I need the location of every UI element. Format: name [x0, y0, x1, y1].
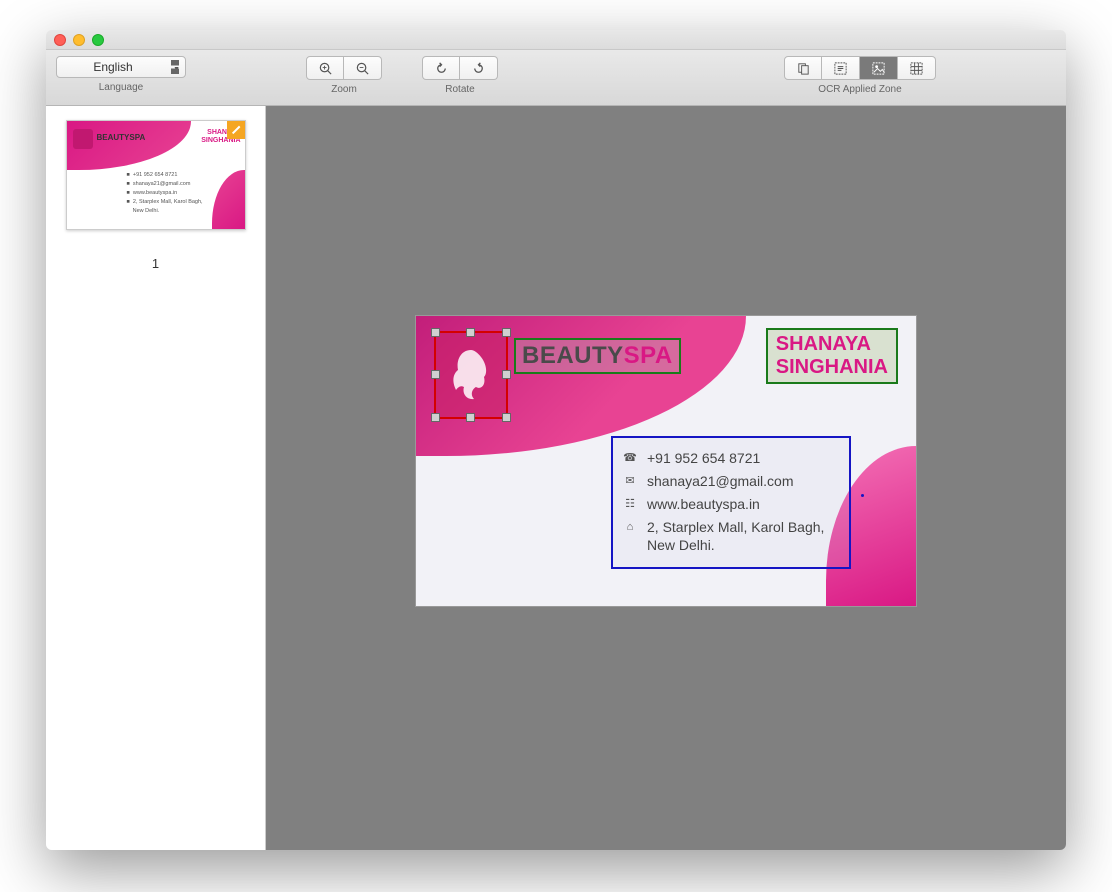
copy-icon — [796, 61, 811, 76]
email-icon: ✉ — [623, 472, 637, 490]
dropdown-arrows-icon: ▲▼ — [173, 61, 180, 73]
zoom-label: Zoom — [331, 84, 357, 95]
brand-part-2: SPA — [624, 342, 673, 369]
resize-handle[interactable] — [431, 413, 440, 422]
zoom-in-button[interactable] — [306, 56, 344, 80]
minimize-button[interactable] — [73, 34, 85, 46]
ocr-zone-group: OCR Applied Zone — [784, 56, 936, 95]
name-zone[interactable]: SHANAYA SINGHANIA — [766, 328, 898, 384]
name-line-2: SINGHANIA — [776, 356, 888, 379]
table-zone-icon — [909, 61, 924, 76]
rotate-label: Rotate — [445, 84, 474, 95]
business-card: BEAUTYSPA SHANAYA SINGHANIA ☎ +91 952 65… — [416, 316, 916, 606]
thumb-details: ■ +91 952 654 8721 ■ shanaya21@gmail.com… — [127, 171, 203, 216]
zone-text-button[interactable] — [822, 56, 860, 80]
ocr-zone-label: OCR Applied Zone — [818, 84, 901, 95]
resize-handle[interactable] — [502, 370, 511, 379]
email-text: shanaya21@gmail.com — [647, 472, 794, 490]
thumbnail-sidebar: BEAUTYSPA SHANAYASINGHANIA ■ +91 952 654… — [46, 106, 266, 850]
zoom-in-icon — [318, 61, 333, 76]
page-thumbnail[interactable]: BEAUTYSPA SHANAYASINGHANIA ■ +91 952 654… — [66, 120, 246, 230]
rotate-group: Rotate — [422, 56, 498, 95]
toolbar: English ▲▼ Language Zoom — [46, 50, 1066, 106]
logo-zone-selected[interactable] — [434, 331, 508, 419]
image-zone-icon — [871, 61, 886, 76]
rotate-left-button[interactable] — [422, 56, 460, 80]
brand-part-1: BEAUTY — [522, 342, 624, 369]
web-icon: ☷ — [623, 495, 637, 513]
content-area: BEAUTYSPA SHANAYASINGHANIA ■ +91 952 654… — [46, 106, 1066, 850]
canvas[interactable]: BEAUTYSPA SHANAYA SINGHANIA ☎ +91 952 65… — [266, 106, 1066, 850]
rotate-right-button[interactable] — [460, 56, 498, 80]
address-text: 2, Starplex Mall, Karol Bagh, New Delhi. — [647, 518, 839, 554]
zoom-out-button[interactable] — [344, 56, 382, 80]
page-number: 1 — [152, 256, 159, 271]
zone-table-button[interactable] — [898, 56, 936, 80]
zoom-out-icon — [355, 61, 370, 76]
location-icon: ⌂ — [623, 518, 637, 536]
maximize-button[interactable] — [92, 34, 104, 46]
edit-badge-icon — [227, 121, 245, 139]
resize-handle[interactable] — [502, 413, 511, 422]
titlebar — [46, 30, 1066, 50]
app-window: English ▲▼ Language Zoom — [46, 30, 1066, 850]
language-select[interactable]: English ▲▼ — [56, 56, 186, 78]
phone-text: +91 952 654 8721 — [647, 449, 760, 467]
zoom-group: Zoom — [306, 56, 382, 95]
zone-image-button[interactable] — [860, 56, 898, 80]
close-button[interactable] — [54, 34, 66, 46]
thumb-brand: BEAUTYSPA — [97, 133, 146, 142]
rotate-right-icon — [471, 61, 486, 76]
contact-zone[interactable]: ☎ +91 952 654 8721 ✉ shanaya21@gmail.com… — [611, 436, 851, 569]
language-value: English — [93, 60, 132, 74]
language-label: Language — [99, 82, 144, 93]
phone-icon: ☎ — [623, 449, 637, 467]
language-group: English ▲▼ Language — [56, 56, 186, 93]
rotate-left-icon — [434, 61, 449, 76]
zone-copy-button[interactable] — [784, 56, 822, 80]
resize-handle[interactable] — [431, 328, 440, 337]
resize-handle[interactable] — [431, 370, 440, 379]
resize-handle[interactable] — [466, 328, 475, 337]
text-zone-icon — [833, 61, 848, 76]
marker-dot — [861, 494, 864, 497]
resize-handle[interactable] — [466, 413, 475, 422]
resize-handle[interactable] — [502, 328, 511, 337]
website-text: www.beautyspa.in — [647, 495, 760, 513]
name-line-1: SHANAYA — [776, 333, 888, 356]
logo-silhouette-icon — [446, 345, 496, 405]
brand-zone[interactable]: BEAUTYSPA — [514, 338, 681, 374]
